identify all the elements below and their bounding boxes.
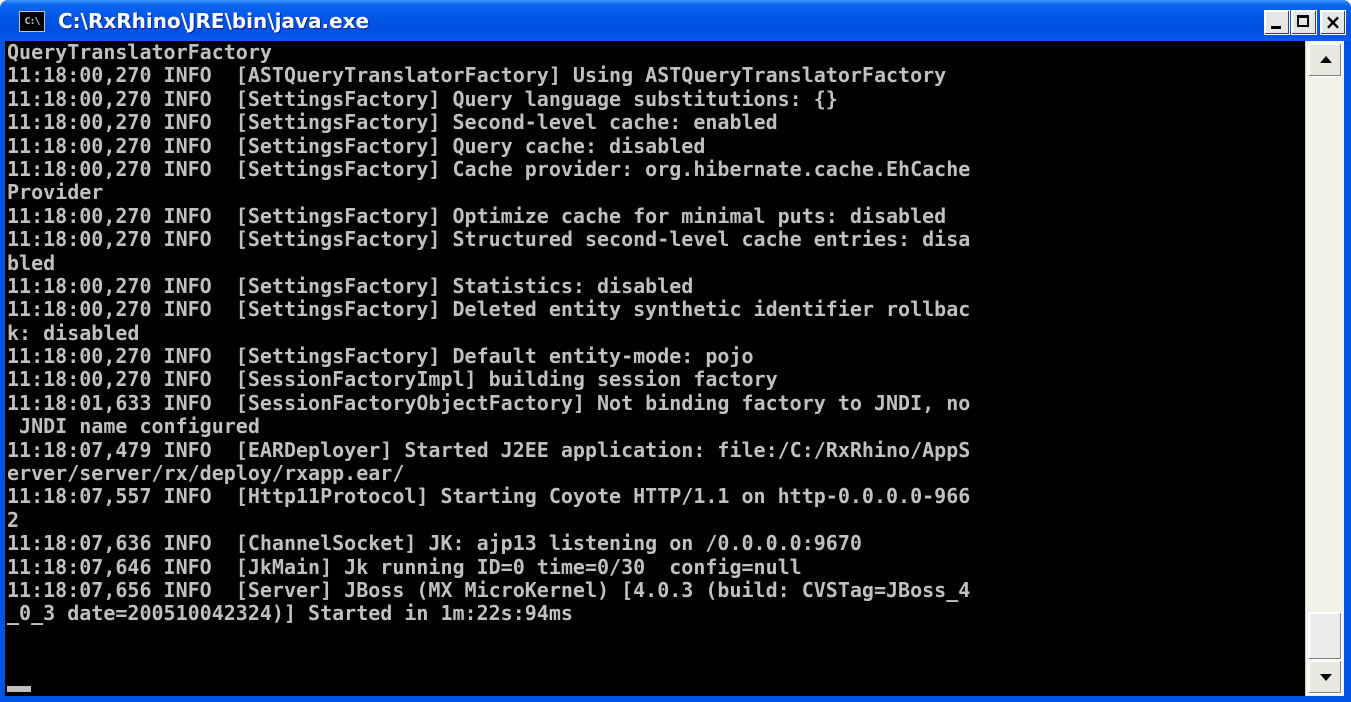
console-line: 11:18:00,270 INFO [SettingsFactory] Defa… <box>7 344 754 369</box>
console-window: C:\ C:\RxRhino\JRE\bin\java.exe × QueryT… <box>0 0 1351 702</box>
maximize-button[interactable] <box>1291 10 1317 35</box>
console-line: JNDI name configured <box>7 414 260 439</box>
console-line: 11:18:00,270 INFO [SettingsFactory] Quer… <box>7 86 838 111</box>
scroll-down-arrow-icon[interactable] <box>1308 660 1342 694</box>
maximize-icon <box>1297 15 1309 27</box>
console-line: 11:18:07,656 INFO [Server] JBoss (MX Mic… <box>7 577 971 602</box>
title-bar[interactable]: C:\ C:\RxRhino\JRE\bin\java.exe × <box>0 0 1351 41</box>
console-line: k: disabled <box>7 320 140 345</box>
window-title: C:\RxRhino\JRE\bin\java.exe <box>58 9 370 33</box>
console-line: 11:18:07,479 INFO [EARDeployer] Started … <box>7 437 971 462</box>
close-button[interactable]: × <box>1320 10 1346 35</box>
console-line: _0_3 date=200510042324)] Started in 1m:2… <box>7 601 573 626</box>
console-line: 11:18:00,270 INFO [SessionFactoryImpl] b… <box>7 367 778 392</box>
close-icon: × <box>1324 10 1342 34</box>
console-line: Provider <box>7 180 104 205</box>
console-line: 11:18:00,270 INFO [SettingsFactory] Stat… <box>7 273 694 298</box>
vertical-scrollbar[interactable] <box>1305 41 1344 696</box>
minimize-icon <box>1271 26 1281 29</box>
console-line: 11:18:07,646 INFO [JkMain] Jk running ID… <box>7 554 802 579</box>
console-line: 11:18:00,270 INFO [SettingsFactory] Opti… <box>7 203 947 228</box>
console-line: 11:18:00,270 INFO [ASTQueryTranslatorFac… <box>7 63 947 88</box>
console-line: 11:18:01,633 INFO [SessionFactoryObjectF… <box>7 390 971 415</box>
console-output[interactable]: QueryTranslatorFactory 11:18:00,270 INFO… <box>5 41 1305 696</box>
console-line: 11:18:00,270 INFO [SettingsFactory] Cach… <box>7 156 971 181</box>
window-bottom-border <box>0 696 1351 702</box>
console-line: 11:18:00,270 INFO [SettingsFactory] Stru… <box>7 227 971 252</box>
console-line: bled <box>7 250 56 275</box>
console-line: 11:18:07,557 INFO [Http11Protocol] Start… <box>7 484 971 509</box>
console-line: 11:18:00,270 INFO [SettingsFactory] Quer… <box>7 133 706 158</box>
console-line: 11:18:00,270 INFO [SettingsFactory] Dele… <box>7 297 971 322</box>
console-line: 2 <box>7 507 20 532</box>
console-line: QueryTranslatorFactory <box>7 41 272 64</box>
console-line: 11:18:07,636 INFO [ChannelSocket] JK: aj… <box>7 531 862 556</box>
console-line: 11:18:00,270 INFO [SettingsFactory] Seco… <box>7 110 778 135</box>
scroll-up-arrow-icon[interactable] <box>1308 43 1342 77</box>
console-line: erver/server/rx/deploy/rxapp.ear/ <box>7 461 405 486</box>
scrollbar-thumb[interactable] <box>1308 612 1342 660</box>
minimize-button[interactable] <box>1264 10 1290 35</box>
text-cursor <box>7 686 31 692</box>
console-icon[interactable]: C:\ <box>19 11 45 32</box>
